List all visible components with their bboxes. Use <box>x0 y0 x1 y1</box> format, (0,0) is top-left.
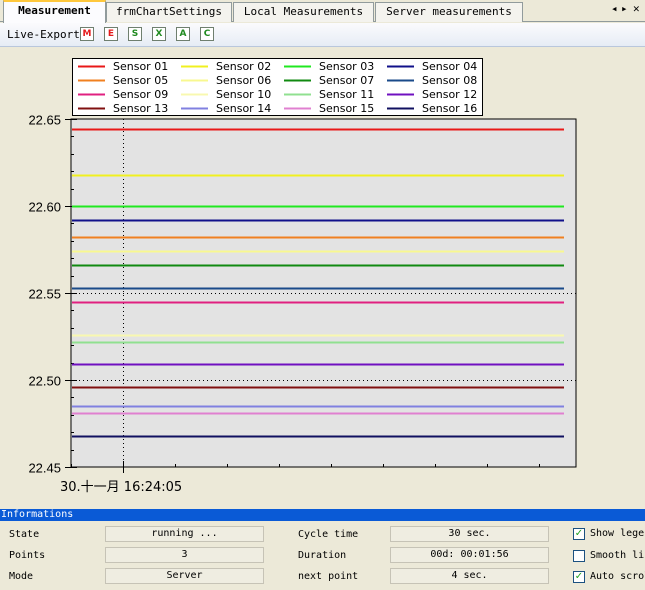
export-c-button[interactable]: C <box>200 27 214 41</box>
tab-navigation: ◂ ▸ ✕ <box>611 2 645 20</box>
duration-value: 00d: 00:01:56 <box>390 547 549 563</box>
duration-label: Duration <box>298 550 347 561</box>
smooth-lines-label: Smooth lines <box>590 550 645 561</box>
toolbar: Live-Export MESXAC <box>0 23 645 47</box>
legend-entry: Sensor 15 <box>319 102 374 115</box>
legend-entry: Sensor 13 <box>113 102 168 115</box>
legend-entry: Sensor 02 <box>216 60 271 73</box>
tab-chart-settings[interactable]: frmChartSettings <box>106 2 232 22</box>
tab-server-measurements[interactable]: Server measurements <box>375 2 523 22</box>
info-panel: State running ... Points 3 Mode Server C… <box>0 521 645 590</box>
y-tick-label: 22.65 <box>28 113 61 128</box>
y-tick-label: 22.45 <box>28 461 61 476</box>
points-value: 3 <box>105 547 264 563</box>
mode-label: Mode <box>9 571 34 582</box>
show-legend-checkbox[interactable]: ✓ <box>573 528 585 540</box>
legend-entry: Sensor 08 <box>422 74 477 87</box>
y-tick-label: 22.60 <box>28 200 61 215</box>
auto-scroll-label: Auto scroll <box>590 571 645 582</box>
legend-entry: Sensor 05 <box>113 74 168 87</box>
export-a-button[interactable]: A <box>176 27 190 41</box>
legend-entry: Sensor 12 <box>422 88 477 101</box>
scroll-left-icon[interactable]: ◂ <box>611 2 618 15</box>
tab-measurement[interactable]: Measurement <box>3 0 106 23</box>
tab-strip: Measurement frmChartSettings Local Measu… <box>0 0 645 23</box>
x-tick-label: 30.十一月 16:24:05 <box>60 480 182 495</box>
smooth-lines-checkbox[interactable] <box>573 550 585 562</box>
cycle-time-value: 30 sec. <box>390 526 549 542</box>
legend-entry: Sensor 16 <box>422 102 477 115</box>
state-value: running ... <box>105 526 264 542</box>
scroll-right-icon[interactable]: ▸ <box>621 2 628 15</box>
export-x-button[interactable]: X <box>152 27 166 41</box>
live-export-label: Live-Export <box>7 28 80 41</box>
legend-entry: Sensor 04 <box>422 60 477 73</box>
legend-entry: Sensor 01 <box>113 60 168 73</box>
legend-entry: Sensor 06 <box>216 74 271 87</box>
close-icon[interactable]: ✕ <box>633 2 640 15</box>
info-panel-header: Informations <box>0 509 645 521</box>
next-point-value: 4 sec. <box>390 568 549 584</box>
export-e-button[interactable]: E <box>104 27 118 41</box>
show-legend-label: Show legend <box>590 528 645 539</box>
chart-panel: 22.45 22.50 22.55 22.60 22.65 30.十一月 16:24:05… <box>0 48 645 505</box>
export-s-button[interactable]: S <box>128 27 142 41</box>
y-tick-label: 22.50 <box>28 374 61 389</box>
y-tick-label: 22.55 <box>28 287 61 302</box>
legend-entry: Sensor 14 <box>216 102 271 115</box>
export-m-button[interactable]: M <box>80 27 94 41</box>
legend-entry: Sensor 11 <box>319 88 374 101</box>
legend-entry: Sensor 09 <box>113 88 168 101</box>
mode-value: Server <box>105 568 264 584</box>
legend-entry: Sensor 10 <box>216 88 271 101</box>
sensor-chart: 22.45 22.50 22.55 22.60 22.65 30.十一月 16:24:05… <box>28 58 577 495</box>
cycle-time-label: Cycle time <box>298 529 359 540</box>
auto-scroll-checkbox[interactable]: ✓ <box>573 571 585 583</box>
legend-entry: Sensor 07 <box>319 74 374 87</box>
state-label: State <box>9 529 40 540</box>
legend-entry: Sensor 03 <box>319 60 374 73</box>
tab-local-measurements[interactable]: Local Measurements <box>233 2 374 22</box>
points-label: Points <box>9 550 46 561</box>
next-point-label: next point <box>298 571 359 582</box>
